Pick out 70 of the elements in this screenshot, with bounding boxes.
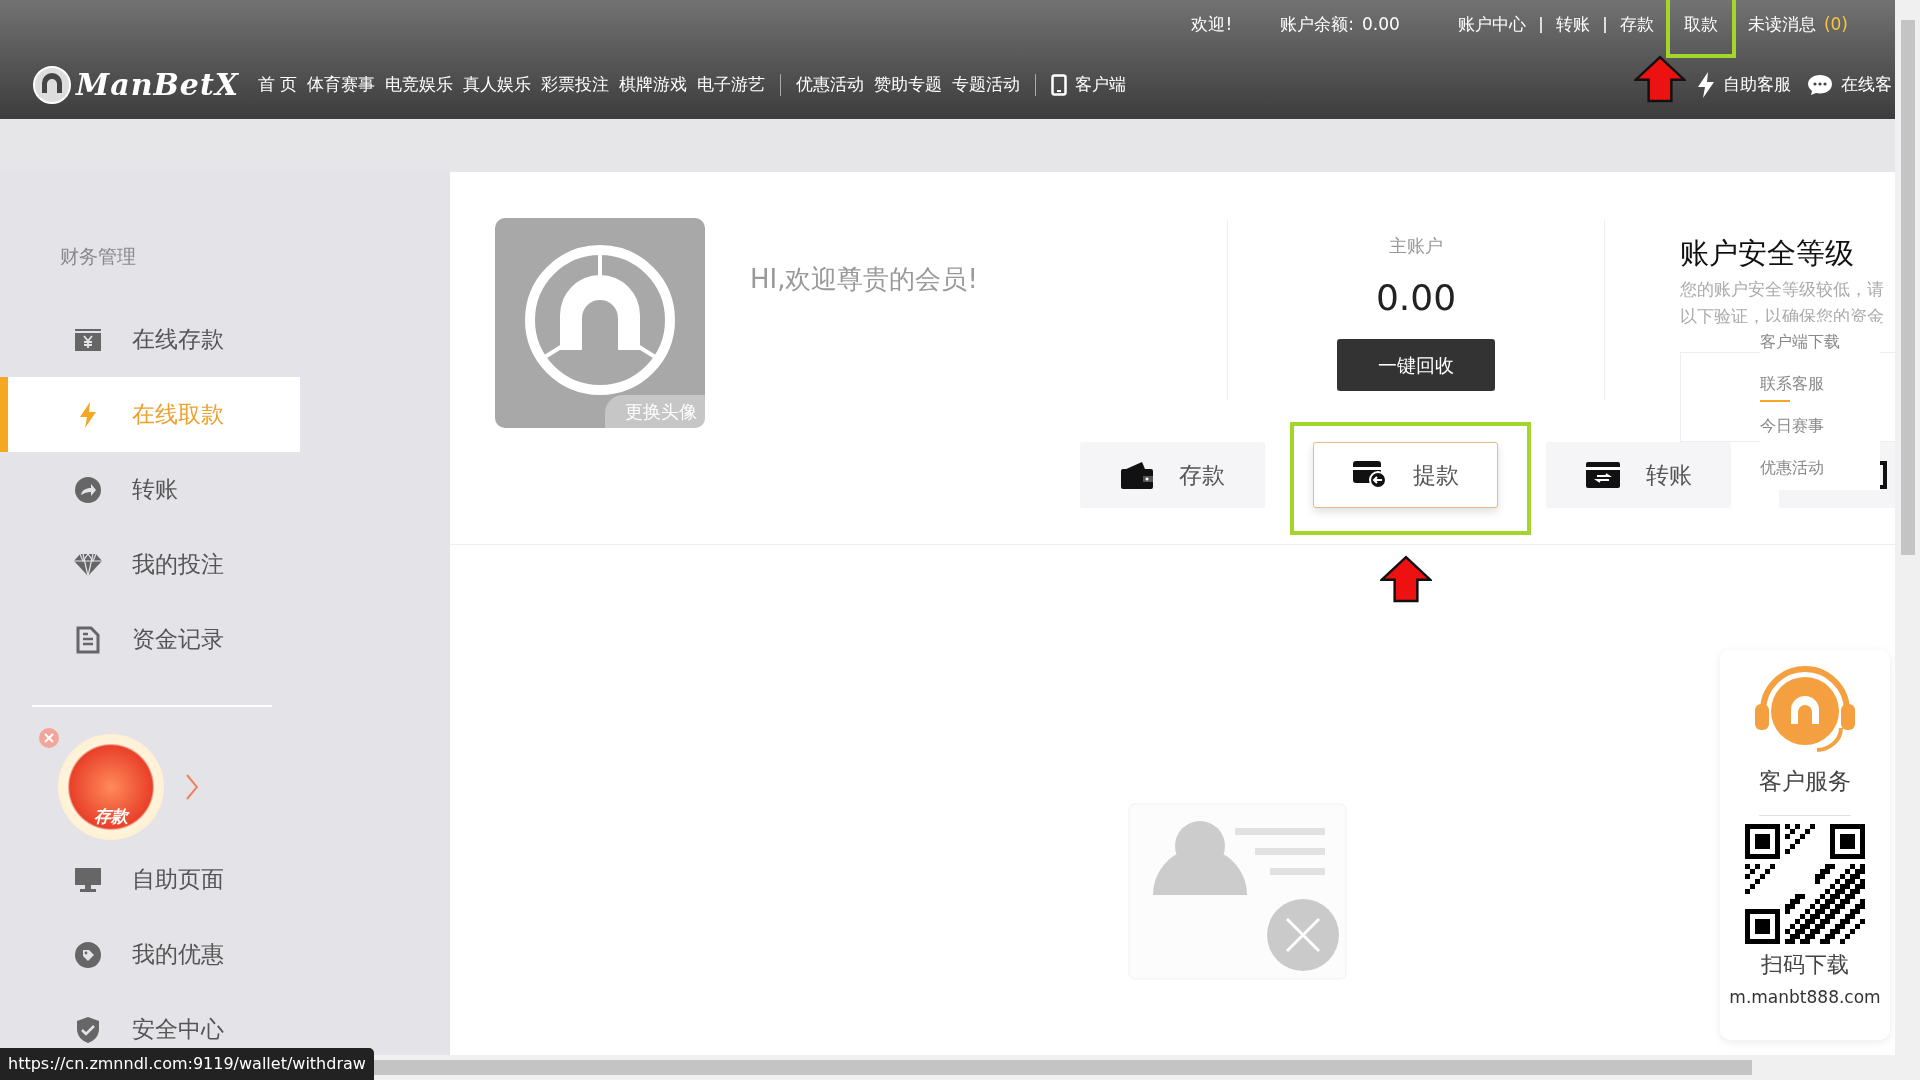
nav-link[interactable]: 棋牌游戏: [614, 71, 693, 98]
nav-link[interactable]: 专题活动: [947, 71, 1026, 98]
document-icon: [76, 625, 100, 654]
service-title: 客户服务: [1759, 764, 1851, 816]
nav-link[interactable]: 彩票投注: [536, 71, 615, 98]
balance-value: 0.00: [1362, 13, 1400, 37]
phone-icon: [1051, 73, 1068, 96]
status-url-tooltip: https://cn.zmnndl.com:9119/wallet/withdraw: [0, 1048, 374, 1080]
section-title: 财务管理: [59, 244, 137, 269]
quick-menu-item[interactable]: 优惠活动: [1760, 448, 1880, 490]
action-button[interactable]: 转账: [1546, 442, 1731, 508]
nav-link[interactable]: 电子游艺: [692, 71, 771, 98]
chevron-right-icon[interactable]: [186, 773, 198, 800]
logo-emblem-icon: [32, 64, 72, 105]
balance-label: 账户余额:: [1280, 13, 1355, 37]
account-label: 主账户: [1389, 234, 1443, 258]
nav-link[interactable]: 电竞娱乐: [380, 71, 459, 98]
unread-messages-link[interactable]: 未读消息: [1733, 12, 1816, 38]
up-arrow-icon: [1633, 54, 1686, 105]
horizontal-scrollbar[interactable]: [372, 1055, 1920, 1080]
sidebar-item[interactable]: 自助页面: [0, 842, 300, 917]
monitor-icon: [74, 866, 102, 893]
top-link[interactable]: 存款: [1605, 12, 1668, 38]
nav-link[interactable]: 体育赛事: [302, 71, 381, 98]
sidebar-item[interactable]: 我的优惠: [0, 917, 300, 992]
shield-check-icon: [76, 1015, 100, 1044]
nav-link[interactable]: 真人娱乐: [458, 71, 537, 98]
nav-link[interactable]: 优惠活动: [791, 71, 870, 98]
unread-count: (0): [1823, 13, 1848, 37]
sidebar-item[interactable]: 转账: [0, 452, 300, 527]
logo-text[interactable]: ManBetX: [76, 62, 240, 107]
tag-icon: [74, 940, 102, 969]
quick-menu-item[interactable]: 联系客服: [1760, 364, 1880, 406]
arrow-circle-icon: [74, 475, 102, 504]
vertical-scrollbar[interactable]: [1895, 0, 1920, 1055]
promo-label: 存款: [94, 805, 128, 828]
lightning-icon: [1697, 71, 1715, 98]
quick-menu-item[interactable]: 客户端下载: [1760, 322, 1880, 364]
action-button[interactable]: 存款: [1080, 442, 1265, 508]
qr-caption: 扫码下载: [1761, 950, 1849, 979]
header-tool-link[interactable]: 自助客服: [1697, 71, 1791, 98]
top-link[interactable]: 转账: [1541, 12, 1604, 38]
promo-coin-badge[interactable]: 存款: [58, 733, 164, 840]
download-url: m.manbt888.com: [1729, 985, 1881, 1009]
account-amount: 0.00: [1375, 276, 1457, 320]
welcome-text: 欢迎!: [1191, 13, 1233, 37]
yen-icon: [75, 328, 101, 351]
wallet-icon: [1120, 461, 1153, 489]
lightning-icon: [79, 401, 97, 428]
sidebar-item[interactable]: 在线存款: [0, 302, 300, 377]
top-link[interactable]: 取款: [1669, 12, 1732, 38]
sidebar-item[interactable]: 我的投注: [0, 527, 300, 602]
nav-link[interactable]: 客户端: [1046, 71, 1132, 98]
diamond-icon: [74, 552, 102, 577]
card-arrow-icon: [1352, 461, 1387, 489]
up-arrow-icon: [1380, 554, 1432, 604]
close-icon[interactable]: [38, 727, 60, 749]
nav-link[interactable]: 赞助专题: [869, 71, 948, 98]
sidebar-item[interactable]: 资金记录: [0, 602, 300, 677]
action-button[interactable]: 提款: [1313, 442, 1498, 508]
nav-link[interactable]: 首 页: [253, 71, 303, 98]
header-tool-link[interactable]: 在线客: [1807, 71, 1892, 98]
quick-menu-item[interactable]: 今日赛事: [1760, 406, 1880, 448]
security-title: 账户安全等级: [1680, 235, 1855, 272]
security-description: 您的账户安全等级较低，请: [1680, 277, 1885, 301]
chat-bubble-icon: [1807, 73, 1833, 96]
top-link[interactable]: 账户中心: [1443, 12, 1540, 38]
card-icon: [1585, 462, 1620, 488]
greeting-text: HI,欢迎尊贵的会员!: [750, 263, 978, 296]
recall-button[interactable]: 一键回收: [1337, 339, 1495, 391]
